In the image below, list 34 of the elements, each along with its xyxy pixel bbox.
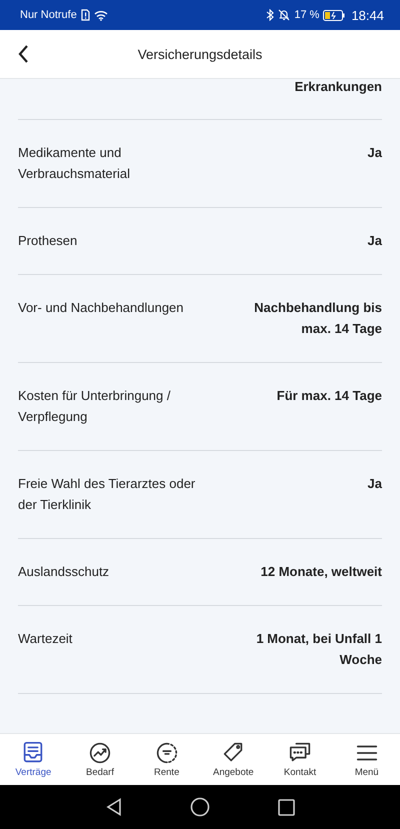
tab-bar-item[interactable]: Rente — [133, 734, 200, 785]
bluetooth-icon — [266, 9, 274, 21]
detail-label: Wartezeit — [18, 630, 74, 648]
back-nav-button[interactable] — [106, 798, 122, 816]
clock: 18:44 — [351, 8, 384, 22]
detail-label: Medikamente und Verbrauchsmaterial — [18, 144, 131, 183]
tab-bar-item[interactable]: Menü — [333, 734, 400, 785]
detail-value: Nachbehandlung bis max. 14 Tage — [253, 299, 382, 338]
tab-bar-item[interactable]: Bedarf — [66, 734, 134, 785]
detail-label: Vor- und Nachbehandlungen — [18, 299, 185, 317]
detail-label: Auslandsschutz — [18, 563, 110, 581]
detail-value: Ja — [368, 232, 382, 250]
detail-value: Ja — [368, 475, 382, 493]
tab-bar-item[interactable]: Angebote — [200, 734, 267, 785]
detail-value: Für max. 14 Tage — [276, 387, 382, 405]
wifi-icon — [94, 10, 108, 20]
detail-value: 1 Monat, bei Unfall 1 Woche — [255, 630, 382, 669]
recents-nav-button[interactable] — [278, 798, 294, 816]
battery-percent: 17 % — [294, 9, 320, 21]
detail-label: Freie Wahl des Tierarztes oder der Tierklinik — [18, 475, 196, 514]
page-title: Versicherungsdetails — [138, 46, 262, 62]
muted-bell-icon — [278, 9, 290, 21]
trend-chart-icon — [87, 740, 113, 766]
detail-label: Prothesen — [18, 232, 78, 250]
tab-bar-item[interactable]: Verträge — [0, 734, 67, 785]
detail-value: Ja — [368, 144, 382, 162]
battery-icon — [323, 10, 346, 20]
carrier-label: Nur Notrufe — [20, 9, 77, 21]
home-nav-button[interactable] — [190, 797, 210, 817]
detail-label: Kosten für Unterbringung / Verpflegung — [18, 387, 172, 426]
detail-value: 12 Monate, weltweit — [260, 563, 382, 581]
sim-card-icon — [80, 9, 90, 21]
detail-value: Erkrankungen — [294, 79, 382, 96]
tab-bar-item[interactable]: Kontakt — [266, 734, 334, 785]
